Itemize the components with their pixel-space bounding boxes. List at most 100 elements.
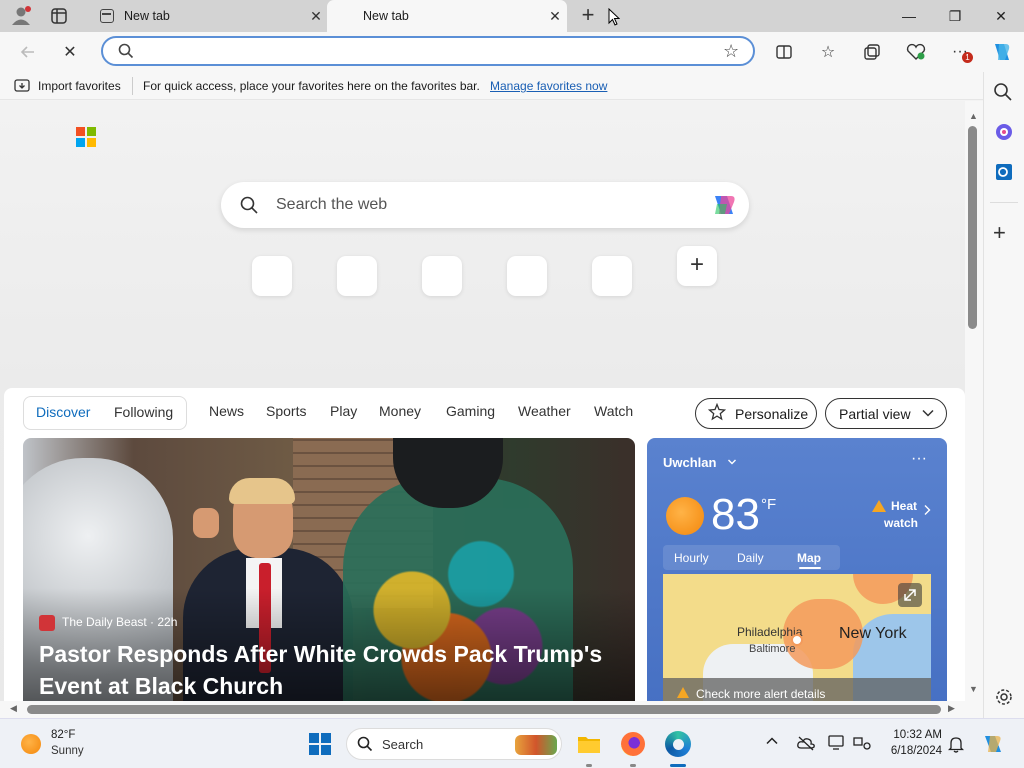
weather-tab-daily[interactable]: Daily <box>737 551 764 565</box>
browser-essentials-icon[interactable] <box>902 38 930 66</box>
nav-money[interactable]: Money <box>379 403 421 419</box>
tab-new-tab-1[interactable]: New tab ✕ <box>88 0 328 32</box>
expand-map-icon[interactable] <box>898 583 922 607</box>
personalize-button[interactable]: Personalize <box>695 398 817 429</box>
start-windows-icon[interactable] <box>309 733 331 758</box>
close-window-button[interactable]: ✕ <box>978 0 1024 32</box>
hero-headline-line1[interactable]: Pastor Responds After White Crowds Pack … <box>39 641 602 668</box>
chevron-down-icon[interactable] <box>727 455 737 470</box>
nav-sports[interactable]: Sports <box>266 403 306 419</box>
notifications-bell-icon[interactable] <box>947 735 965 756</box>
scroll-up-icon[interactable]: ▲ <box>969 111 978 121</box>
weather-map[interactable]: Philadelphia Baltimore New York Check mo… <box>663 574 931 701</box>
manage-favorites-link[interactable]: Manage favorites now <box>490 79 607 93</box>
edge-icon[interactable] <box>665 731 691 757</box>
edge-sidebar: + <box>983 72 1024 718</box>
search-icon <box>118 43 134 62</box>
tab-new-tab-2[interactable]: New tab ✕ <box>327 0 567 32</box>
active-app-indicator <box>670 764 686 767</box>
settings-more-icon[interactable]: ··· 1 <box>946 38 974 66</box>
weather-unit: °F <box>761 496 777 513</box>
firefox-icon[interactable] <box>621 732 645 756</box>
tab-discover[interactable]: Discover <box>36 404 90 420</box>
address-bar[interactable]: ☆ <box>101 36 755 66</box>
horizontal-scrollbar[interactable]: ◀ ▶ <box>0 701 983 718</box>
quick-link-tile[interactable] <box>337 256 377 296</box>
sidebar-add-icon[interactable]: + <box>993 222 1006 244</box>
nav-play[interactable]: Play <box>330 403 357 419</box>
quick-link-tile[interactable] <box>507 256 547 296</box>
tab-following[interactable]: Following <box>114 404 173 420</box>
nav-news[interactable]: News <box>209 403 244 419</box>
newtab-favicon-icon <box>100 9 114 23</box>
copilot-search-icon[interactable] <box>709 190 739 223</box>
display-icon[interactable] <box>828 735 846 754</box>
taskbar-date[interactable]: 6/18/2024 <box>886 745 942 757</box>
sidebar-outlook-icon[interactable] <box>994 162 1014 185</box>
search-box[interactable]: Search the web <box>221 182 749 228</box>
nav-weather[interactable]: Weather <box>518 403 571 419</box>
weather-alert-line1[interactable]: Heat <box>891 499 917 513</box>
tab-actions-icon[interactable] <box>50 7 68 25</box>
chevron-right-icon[interactable] <box>923 504 931 519</box>
photo-hair <box>229 478 295 504</box>
scroll-right-icon[interactable]: ▶ <box>948 703 955 714</box>
nav-watch[interactable]: Watch <box>594 403 633 419</box>
quick-link-tile[interactable] <box>592 256 632 296</box>
profile-icon[interactable] <box>10 5 32 27</box>
minimize-button[interactable]: — <box>886 0 932 32</box>
import-favorites-icon <box>14 79 30 96</box>
hero-headline-line2[interactable]: Event at Black Church <box>39 673 283 700</box>
taskbar-condition[interactable]: Sunny <box>51 745 84 757</box>
nav-gaming[interactable]: Gaming <box>446 403 495 419</box>
weather-card[interactable]: Uwchlan ··· 83 °F Heat watch Hourly Dail… <box>647 438 947 701</box>
weather-sun-icon[interactable] <box>21 734 41 754</box>
import-favorites-button[interactable]: Import favorites <box>38 79 121 93</box>
quick-link-tile[interactable] <box>252 256 292 296</box>
weather-alert-line2[interactable]: watch <box>884 516 918 530</box>
hero-story-card[interactable]: The Daily Beast · 22h Pastor Responds Af… <box>23 438 635 701</box>
scroll-down-icon[interactable]: ▼ <box>969 684 978 694</box>
sidebar-settings-icon[interactable] <box>994 687 1014 710</box>
map-location-pin-icon <box>791 634 803 646</box>
weather-tab-hourly[interactable]: Hourly <box>674 551 709 565</box>
quick-link-tile[interactable] <box>422 256 462 296</box>
sidebar-copilot-app-icon[interactable] <box>994 122 1014 145</box>
vertical-scroll-thumb[interactable] <box>968 126 977 329</box>
view-mode-dropdown[interactable]: Partial view <box>825 398 947 429</box>
horizontal-scroll-thumb[interactable] <box>27 705 941 714</box>
weather-tab-map[interactable]: Map <box>797 551 821 565</box>
browser-toolbar: ✕ ☆ ☆ ··· 1 <box>0 32 1024 72</box>
weather-more-icon[interactable]: ··· <box>911 450 927 468</box>
close-tab-icon[interactable]: ✕ <box>543 8 567 25</box>
sidebar-search-icon[interactable] <box>993 82 1013 105</box>
favorite-star-icon[interactable]: ☆ <box>723 41 739 62</box>
weather-location[interactable]: Uwchlan <box>663 455 716 470</box>
file-explorer-icon[interactable] <box>577 733 601 758</box>
add-shortcut-button[interactable]: + <box>677 246 717 286</box>
copilot-taskbar-icon[interactable] <box>981 732 1005 759</box>
restore-button[interactable]: ❐ <box>932 0 978 32</box>
close-tab-icon[interactable]: ✕ <box>304 8 328 25</box>
collections-icon[interactable] <box>858 38 886 66</box>
favorites-icon[interactable]: ☆ <box>814 38 842 66</box>
weather-tab-indicator <box>799 567 821 569</box>
vertical-scrollbar[interactable]: ▲ ▼ <box>965 101 983 701</box>
chevron-up-icon[interactable] <box>765 734 779 751</box>
new-tab-plus-icon[interactable]: + <box>576 4 600 28</box>
taskbar-search-box[interactable]: Search <box>346 728 562 760</box>
taskbar-time[interactable]: 10:32 AM <box>886 729 942 741</box>
network-icon[interactable] <box>853 735 871 754</box>
hero-source: The Daily Beast · 22h <box>62 615 178 629</box>
copilot-icon[interactable] <box>988 38 1016 66</box>
onedrive-icon[interactable] <box>796 735 816 754</box>
tab-title: New tab <box>124 9 170 23</box>
back-button[interactable] <box>14 38 42 66</box>
address-input[interactable] <box>147 44 707 60</box>
stop-loading-button[interactable]: ✕ <box>56 38 84 66</box>
taskbar-temp[interactable]: 82°F <box>51 729 75 741</box>
alert-details-bar[interactable]: Check more alert details <box>663 678 931 701</box>
photo-raised-fist <box>193 508 219 538</box>
scroll-left-icon[interactable]: ◀ <box>10 703 17 714</box>
split-screen-icon[interactable] <box>770 38 798 66</box>
